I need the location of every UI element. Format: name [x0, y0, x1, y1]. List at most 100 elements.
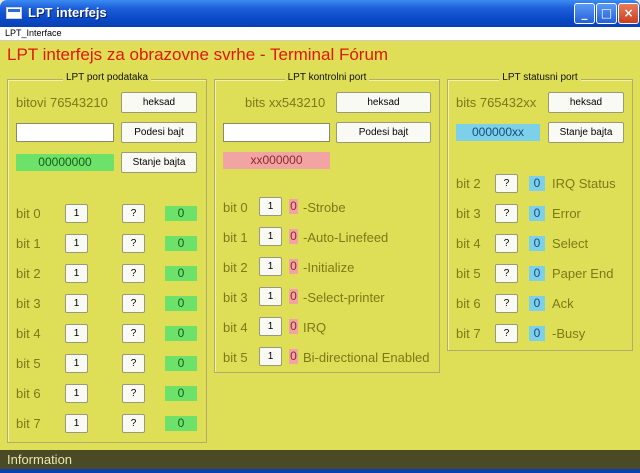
- data-bit-query-button[interactable]: ?: [122, 354, 145, 373]
- data-bit-label: bit 4: [16, 326, 41, 341]
- status-bit-query-button[interactable]: ?: [495, 264, 518, 283]
- control-bit-set-button[interactable]: 1: [259, 287, 282, 306]
- data-bit-query-button[interactable]: ?: [122, 204, 145, 223]
- status-bit-name: Error: [552, 206, 581, 221]
- data-bit-label: bit 2: [16, 266, 41, 281]
- status-bit-label: bit 3: [456, 206, 481, 221]
- control-bit-label: bit 3: [223, 290, 248, 305]
- window-title: LPT interfejs: [28, 5, 107, 20]
- status-bit-label: bit 2: [456, 176, 481, 191]
- data-bit-value: 0: [165, 386, 197, 401]
- control-bit-name: IRQ: [303, 320, 327, 335]
- status-hex-button[interactable]: heksad: [548, 92, 624, 113]
- control-bits-label: bits xx543210: [245, 95, 326, 110]
- data-bit-set-button[interactable]: 1: [65, 204, 88, 223]
- status-port-title: LPT statusni port: [499, 72, 581, 83]
- control-bit-name: -Strobe: [303, 200, 346, 215]
- data-bit-set-button[interactable]: 1: [65, 324, 88, 343]
- control-bit-set-button[interactable]: 1: [259, 347, 282, 366]
- control-bit-set-button[interactable]: 1: [259, 197, 282, 216]
- status-bit-query-button[interactable]: ?: [495, 234, 518, 253]
- status-bit-name: Select: [552, 236, 589, 251]
- data-bit-set-button[interactable]: 1: [65, 294, 88, 313]
- control-bit-value: 0: [289, 229, 298, 244]
- data-set-byte-button[interactable]: Podesi bajt: [121, 122, 197, 143]
- data-bit-query-button[interactable]: ?: [122, 294, 145, 313]
- control-bit-name: Bi-directional Enabled: [303, 350, 430, 365]
- status-byte-display: 000000xx: [456, 124, 540, 141]
- data-bit-label: bit 6: [16, 386, 41, 401]
- status-bit-query-button[interactable]: ?: [495, 294, 518, 313]
- control-hex-button[interactable]: heksad: [336, 92, 431, 113]
- data-bit-label: bit 3: [16, 296, 41, 311]
- status-bit-value: 0: [529, 326, 545, 341]
- status-bit-query-button[interactable]: ?: [495, 204, 518, 223]
- data-port-title: LPT port podataka: [62, 72, 152, 83]
- data-bit-set-button[interactable]: 1: [65, 234, 88, 253]
- title-bar[interactable]: LPT interfejs _ □ ×: [0, 0, 640, 27]
- control-bit-value: 0: [289, 199, 298, 214]
- data-bit-label: bit 5: [16, 356, 41, 371]
- data-bit-query-button[interactable]: ?: [122, 414, 145, 433]
- control-bit-name: -Auto-Linefeed: [303, 230, 389, 245]
- maximize-icon[interactable]: □: [596, 3, 617, 24]
- control-bit-label: bit 0: [223, 200, 248, 215]
- control-port-group: LPT kontrolni port bits xx543210 heksad …: [214, 72, 440, 373]
- minimize-icon[interactable]: _: [574, 3, 595, 24]
- data-bit-value: 0: [165, 236, 197, 251]
- control-bit-set-button[interactable]: 1: [259, 227, 282, 246]
- data-byte-input[interactable]: [16, 123, 114, 142]
- data-bit-label: bit 1: [16, 236, 41, 251]
- status-bit-query-button[interactable]: ?: [495, 324, 518, 343]
- data-bit-set-button[interactable]: 1: [65, 414, 88, 433]
- control-bit-label: bit 4: [223, 320, 248, 335]
- data-bit-label: bit 7: [16, 416, 41, 431]
- status-bit-label: bit 6: [456, 296, 481, 311]
- status-port-group: LPT statusni port bits 765432xx heksad 0…: [447, 72, 633, 351]
- data-bit-set-button[interactable]: 1: [65, 354, 88, 373]
- status-bit-query-button[interactable]: ?: [495, 174, 518, 193]
- data-bits-label: bitovi 76543210: [16, 95, 108, 110]
- client-area: LPT interfejs za obrazovne svrhe - Termi…: [0, 41, 640, 450]
- status-bit-label: bit 5: [456, 266, 481, 281]
- control-bit-value: 0: [289, 289, 298, 304]
- data-bit-value: 0: [165, 266, 197, 281]
- control-bit-name: -Initialize: [303, 260, 355, 275]
- status-bit-label: bit 7: [456, 326, 481, 341]
- menu-item-lpt-interface[interactable]: LPT_Interface: [5, 28, 62, 38]
- data-bit-set-button[interactable]: 1: [65, 384, 88, 403]
- status-bit-name: Paper End: [552, 266, 614, 281]
- control-port-title: LPT kontrolni port: [284, 72, 370, 83]
- status-bit-value: 0: [529, 236, 545, 251]
- data-bit-set-button[interactable]: 1: [65, 264, 88, 283]
- status-bit-label: bit 4: [456, 236, 481, 251]
- data-bit-query-button[interactable]: ?: [122, 264, 145, 283]
- control-byte-display: xx000000: [223, 152, 330, 169]
- control-bit-name: -Select-printer: [303, 290, 385, 305]
- status-bar: Information: [0, 450, 640, 469]
- close-icon[interactable]: ×: [618, 3, 639, 24]
- status-bit-value: 0: [529, 206, 545, 221]
- control-bit-value: 0: [289, 349, 298, 364]
- control-bit-set-button[interactable]: 1: [259, 257, 282, 276]
- data-state-button[interactable]: Stanje bajta: [121, 152, 197, 173]
- control-bit-label: bit 5: [223, 350, 248, 365]
- data-bit-value: 0: [165, 206, 197, 221]
- window-bottom-border: [0, 469, 640, 473]
- menubar: LPT_Interface: [0, 27, 640, 41]
- status-bit-name: -Busy: [552, 326, 586, 341]
- status-state-button[interactable]: Stanje bajta: [548, 122, 624, 143]
- data-bit-query-button[interactable]: ?: [122, 324, 145, 343]
- status-bit-name: IRQ Status: [552, 176, 616, 191]
- status-bits-label: bits 765432xx: [456, 95, 537, 110]
- control-byte-input[interactable]: [223, 123, 330, 142]
- control-set-byte-button[interactable]: Podesi bajt: [336, 122, 431, 143]
- data-hex-button[interactable]: heksad: [121, 92, 197, 113]
- data-bit-value: 0: [165, 416, 197, 431]
- data-bit-query-button[interactable]: ?: [122, 234, 145, 253]
- data-bit-value: 0: [165, 356, 197, 371]
- status-bit-name: Ack: [552, 296, 574, 311]
- data-bit-query-button[interactable]: ?: [122, 384, 145, 403]
- status-bit-value: 0: [529, 296, 545, 311]
- control-bit-set-button[interactable]: 1: [259, 317, 282, 336]
